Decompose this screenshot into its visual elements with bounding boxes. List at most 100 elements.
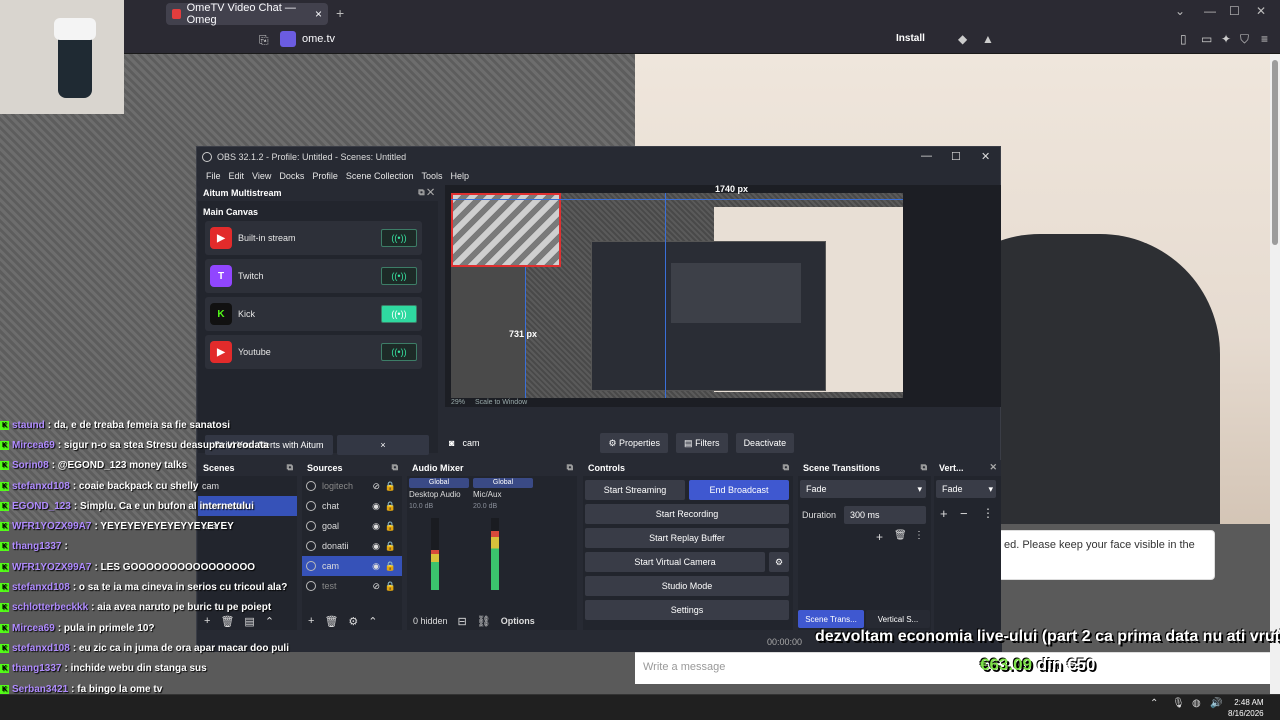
- volume-icon[interactable]: 🔊: [1210, 698, 1222, 709]
- chat-message: Kthang1337:: [0, 537, 330, 557]
- menu-file[interactable]: File: [202, 171, 225, 181]
- start-streaming-button[interactable]: Start Streaming: [585, 480, 685, 500]
- install-button[interactable]: Install: [896, 33, 925, 44]
- settings-button[interactable]: Settings: [585, 600, 789, 620]
- stream-toggle-button[interactable]: ((•)): [381, 343, 417, 361]
- obs-minimize-icon[interactable]: —: [921, 150, 932, 162]
- chat-message: K EGOND_123: Simplu. Ca e un bufon al int…: [0, 496, 330, 516]
- studio-mode-button[interactable]: Studio Mode: [585, 576, 789, 596]
- menu-edit[interactable]: Edit: [225, 171, 249, 181]
- ai-icon[interactable]: ✦: [1221, 32, 1231, 46]
- mixer-link-icon[interactable]: ⛓: [477, 615, 491, 628]
- stream-toggle-button[interactable]: ((•)): [381, 267, 417, 285]
- sidebar-icon[interactable]: ▯: [1180, 32, 1187, 46]
- transition-select[interactable]: Fade ▾: [800, 480, 926, 498]
- filters-button[interactable]: ▤ Filters: [676, 433, 728, 453]
- add-transition-icon[interactable]: +: [876, 530, 883, 544]
- lock-icon[interactable]: 🔒: [385, 561, 396, 572]
- lock-icon[interactable]: 🔒: [385, 481, 396, 492]
- network-icon[interactable]: ◍: [1192, 698, 1201, 709]
- start-virtual-camera-button[interactable]: Start Virtual Camera: [585, 552, 765, 572]
- tab-vertical-scenes[interactable]: Vertical S...: [866, 610, 930, 628]
- dock-float-icon[interactable]: ⧉: [392, 462, 398, 473]
- properties-button[interactable]: ⚙ Properties: [600, 433, 669, 453]
- menu-help[interactable]: Help: [446, 171, 473, 181]
- chevron-up-icon[interactable]: ⌃: [1150, 698, 1158, 709]
- obs-close-icon[interactable]: ✕: [981, 150, 990, 163]
- scale-mode[interactable]: Scale to Window: [475, 399, 527, 406]
- rewards-icon[interactable]: ▲: [982, 32, 994, 46]
- hidden-icon[interactable]: ⊘: [372, 581, 380, 592]
- eye-icon[interactable]: ◉: [372, 561, 380, 572]
- duration-spinbox[interactable]: 300 ms: [844, 506, 926, 524]
- menu-profile[interactable]: Profile: [308, 171, 342, 181]
- mixer-options-button[interactable]: Options: [501, 616, 535, 626]
- minimize-icon[interactable]: —: [1204, 4, 1216, 18]
- close-icon[interactable]: ✕: [1256, 4, 1266, 18]
- address-bar[interactable]: ome.tv: [280, 31, 335, 47]
- chat-text: : fa bingo la ome tv: [71, 683, 163, 695]
- deactivate-button[interactable]: Deactivate: [735, 433, 795, 453]
- selected-source-box[interactable]: [451, 193, 561, 267]
- move-up-icon[interactable]: ⌃: [368, 615, 377, 628]
- message-input[interactable]: Write a message: [635, 652, 1270, 684]
- lock-icon[interactable]: 🔒: [385, 521, 396, 532]
- vpn-icon[interactable]: ⛉: [1240, 32, 1249, 47]
- lock-icon[interactable]: 🔒: [385, 581, 396, 592]
- lock-icon[interactable]: 🔒: [385, 541, 396, 552]
- zoom-level[interactable]: 29%: [451, 399, 465, 406]
- maximize-icon[interactable]: ☐: [1229, 4, 1240, 18]
- remove-icon[interactable]: −: [960, 506, 968, 521]
- lock-icon[interactable]: 🔒: [385, 501, 396, 512]
- chat-message: Kstefanxd108: coaie backpack cu shelly: [0, 476, 330, 496]
- system-clock[interactable]: 2:48 AM 8/16/2026: [1228, 697, 1264, 719]
- new-tab-icon[interactable]: +: [336, 5, 344, 21]
- dock-float-icon[interactable]: ⧉: [567, 462, 573, 473]
- microphone-icon[interactable]: 🎙: [1172, 698, 1185, 709]
- channel-device[interactable]: Desktop Audio: [409, 488, 469, 499]
- dock-close-icon[interactable]: ⧉ ✕: [418, 187, 434, 198]
- end-broadcast-button[interactable]: End Broadcast: [689, 480, 789, 500]
- wallet-icon[interactable]: ▭: [1201, 32, 1212, 46]
- mixer-layout-icon[interactable]: ⊟: [458, 615, 467, 628]
- more-icon[interactable]: ⋮: [982, 506, 994, 520]
- menu-docks[interactable]: Docks: [275, 171, 308, 181]
- dock-float-icon[interactable]: ⧉: [783, 462, 789, 473]
- dock-close-icon[interactable]: ✕: [989, 462, 997, 473]
- obs-maximize-icon[interactable]: ☐: [951, 150, 961, 163]
- channel-device[interactable]: Mic/Aux: [473, 488, 533, 499]
- menu-icon[interactable]: ≡: [1261, 32, 1268, 46]
- preview-canvas[interactable]: [451, 193, 903, 398]
- menu-view[interactable]: View: [248, 171, 275, 181]
- chevron-down-icon[interactable]: ⌄: [1175, 4, 1185, 18]
- menu-tools[interactable]: Tools: [417, 171, 446, 181]
- eye-icon[interactable]: ◉: [372, 501, 380, 512]
- volume-meter-mic[interactable]: [491, 518, 499, 590]
- hidden-icon[interactable]: ⊘: [372, 481, 380, 492]
- kick-icon: K: [0, 643, 9, 653]
- start-replay-buffer-button[interactable]: Start Replay Buffer: [585, 528, 789, 548]
- stream-toggle-button-active[interactable]: ((•)): [381, 305, 417, 323]
- tab-close-icon[interactable]: ×: [315, 7, 322, 21]
- brave-shield-icon[interactable]: ◆: [958, 32, 967, 46]
- eye-icon[interactable]: ◉: [372, 541, 380, 552]
- dock-float-icon[interactable]: ⧉: [921, 462, 927, 473]
- aitum-close-button[interactable]: ×: [337, 435, 429, 455]
- browser-tab[interactable]: OmeTV Video Chat — Omeg ×: [166, 2, 328, 26]
- add-icon[interactable]: +: [940, 506, 948, 521]
- remove-transition-icon[interactable]: 🗑: [894, 530, 907, 541]
- stream-toggle-button[interactable]: ((•)): [381, 229, 417, 247]
- gear-icon[interactable]: ⚙: [348, 615, 358, 628]
- virtual-camera-settings-icon[interactable]: ⚙: [769, 552, 789, 572]
- menu-scene-collection[interactable]: Scene Collection: [342, 171, 418, 181]
- bookmark-icon[interactable]: ⎘: [259, 33, 269, 48]
- volume-meter-desktop[interactable]: [431, 518, 439, 590]
- obs-preview[interactable]: 1740 px 731 px 29% Scale to Window: [445, 184, 1001, 407]
- scrollbar-thumb[interactable]: [1272, 60, 1278, 245]
- eye-icon[interactable]: ◉: [372, 521, 380, 532]
- tab-scene-transitions[interactable]: Scene Trans...: [798, 610, 864, 628]
- page-scrollbar[interactable]: [1270, 54, 1280, 694]
- more-icon[interactable]: ⋮: [914, 530, 924, 541]
- vertical-transition-select[interactable]: Fade ▾: [936, 480, 996, 498]
- start-recording-button[interactable]: Start Recording: [585, 504, 789, 524]
